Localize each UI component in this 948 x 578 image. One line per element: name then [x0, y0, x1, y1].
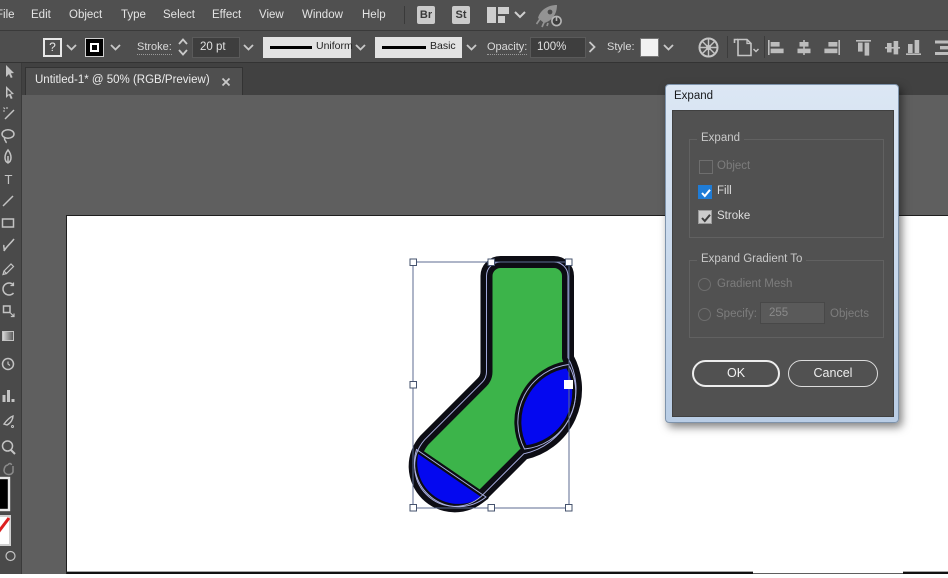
- svg-text:T: T: [5, 172, 13, 187]
